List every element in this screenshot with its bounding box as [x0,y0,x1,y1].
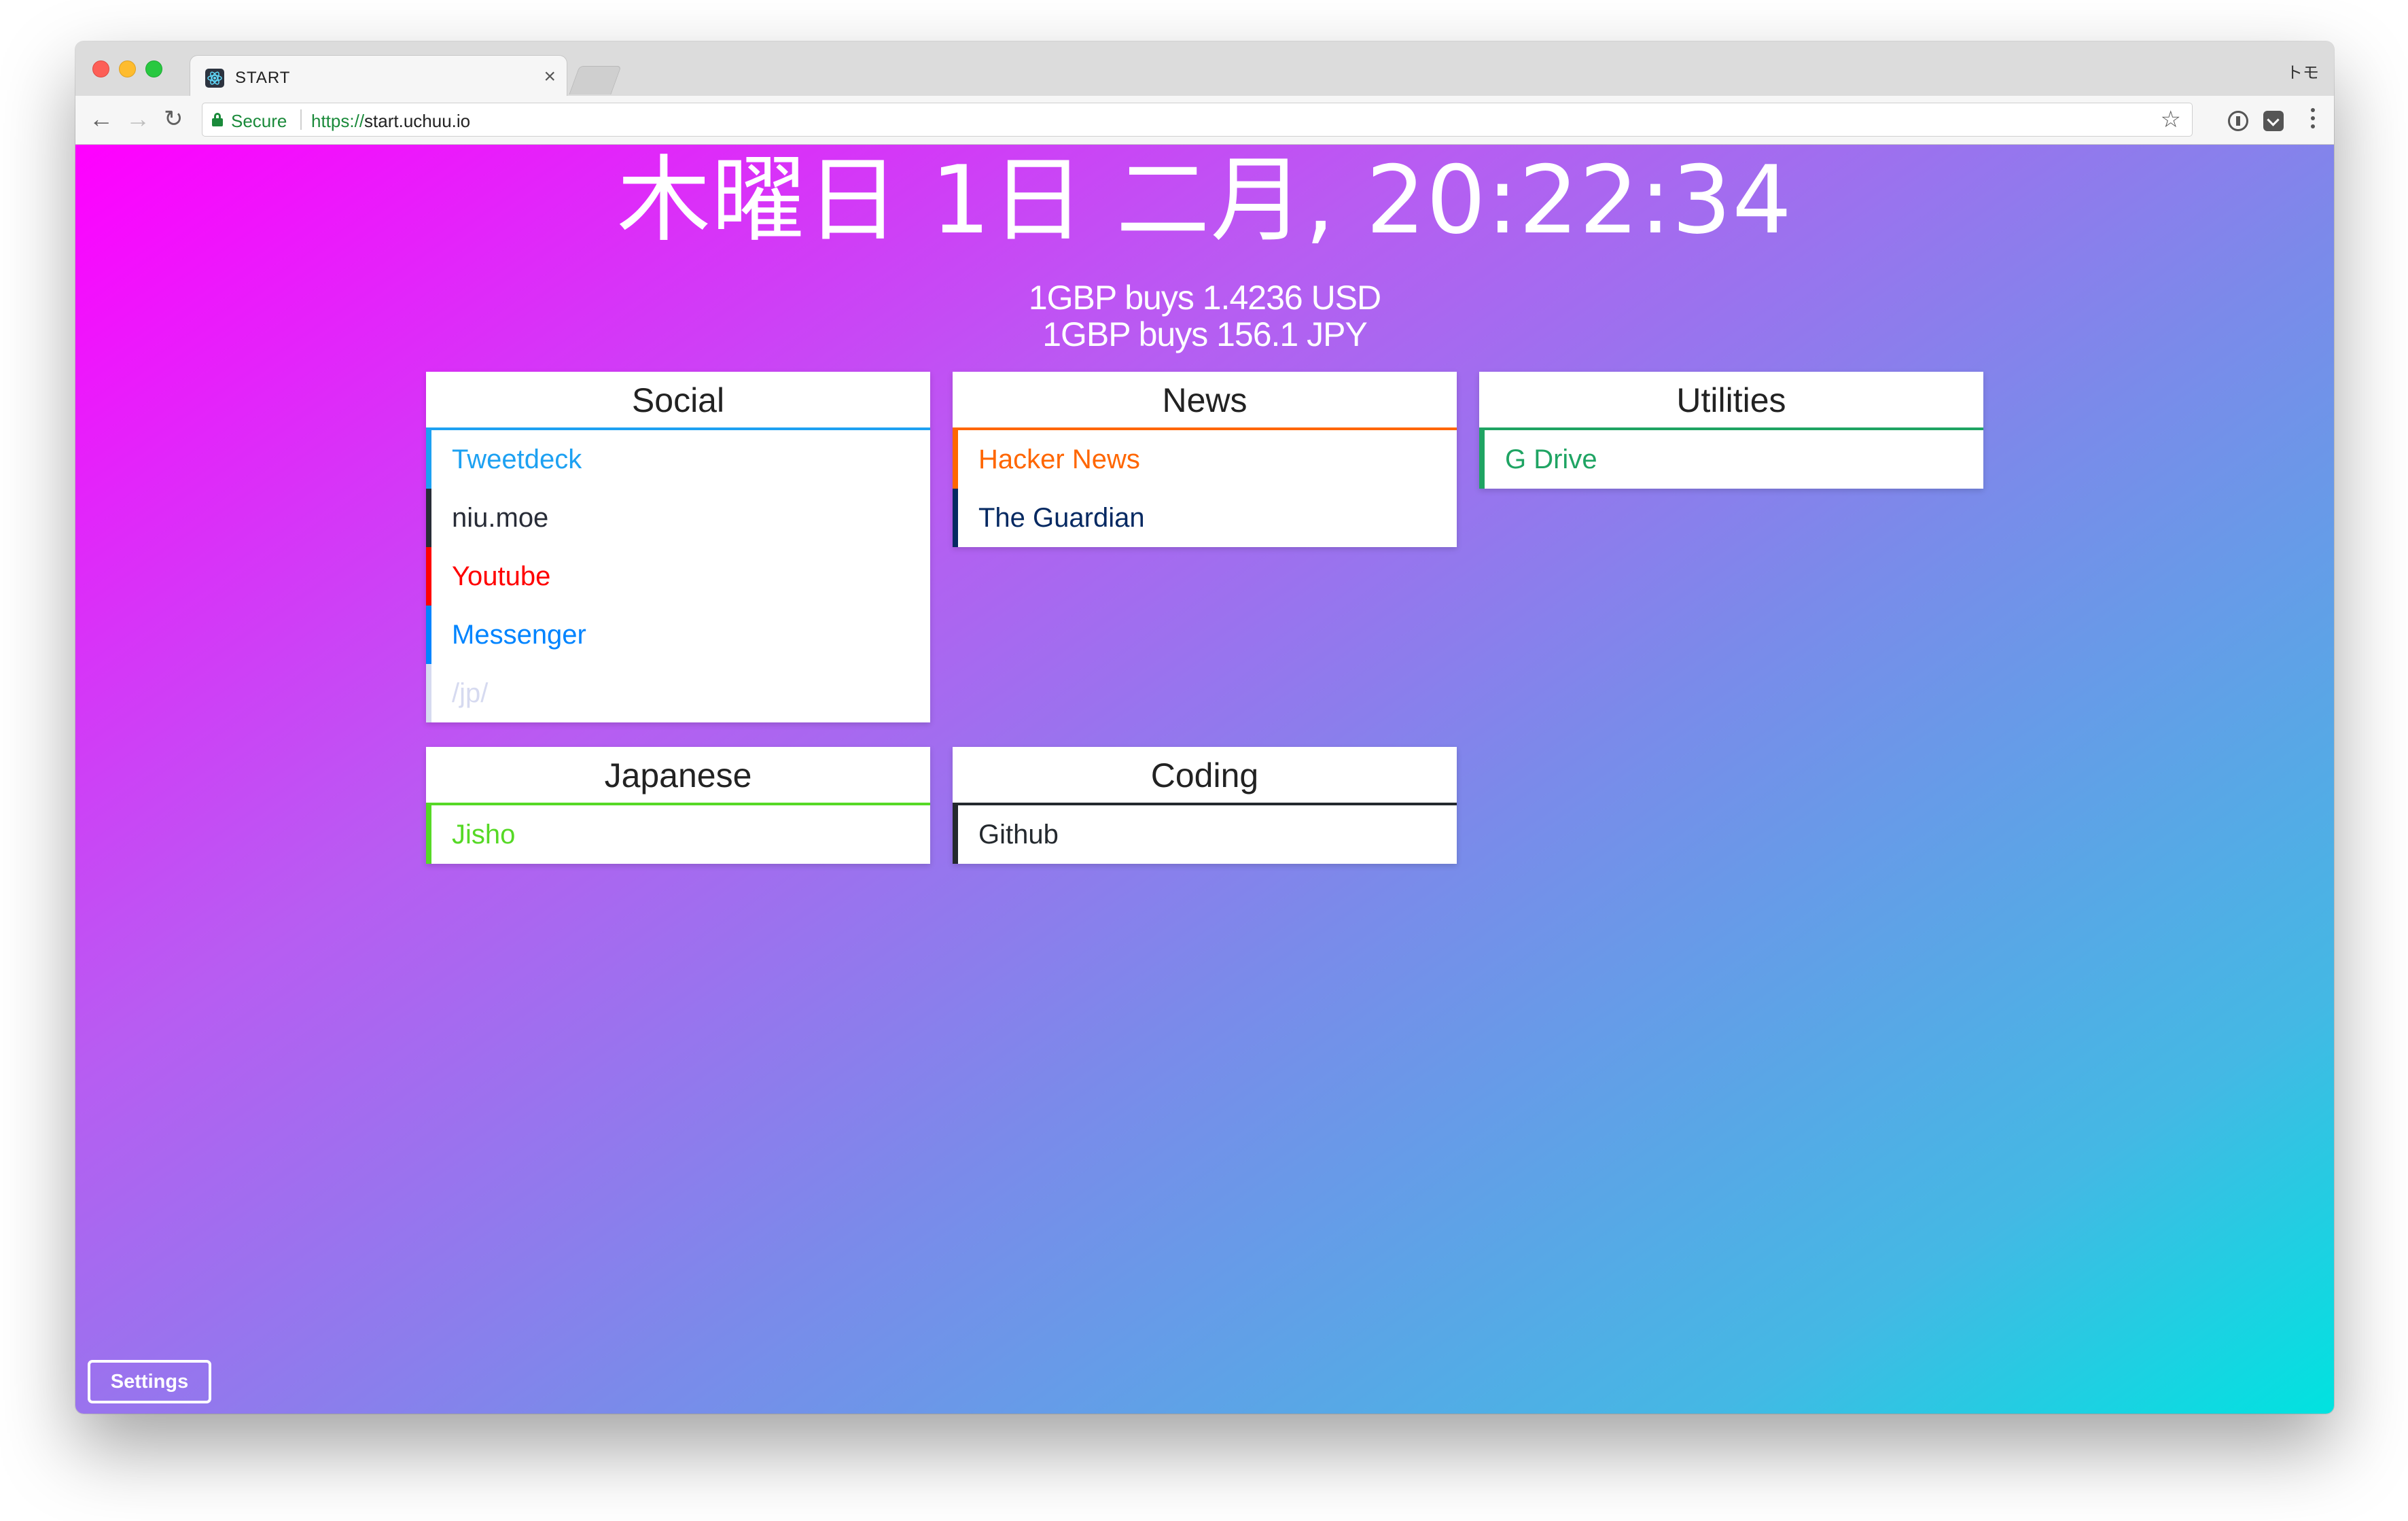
group-title: Social [426,372,930,430]
link-the-guardian[interactable]: The Guardian [953,489,1457,547]
link-jisho[interactable]: Jisho [426,805,930,864]
profile-button[interactable]: トモ [2286,59,2319,83]
reload-icon[interactable]: ↻ [164,105,183,133]
group-title: Utilities [1479,372,1983,430]
group-social: Social Tweetdeck niu.moe Youtube Messeng… [426,372,930,722]
exchange-rate-usd: 1GBP buys 1.4236 USD [1028,279,1381,317]
group-news: News Hacker News The Guardian [953,372,1457,547]
link-g-drive[interactable]: G Drive [1479,430,1983,489]
link-github[interactable]: Github [953,805,1457,864]
address-divider [300,109,302,130]
link-hacker-news[interactable]: Hacker News [953,430,1457,489]
group-japanese: Japanese Jisho [426,747,930,864]
link-jp[interactable]: /jp/ [426,664,930,722]
group-utilities: Utilities G Drive [1479,372,1983,489]
tab-title: START [235,69,291,87]
browser-tab[interactable]: START × [190,55,567,97]
group-title: Coding [953,747,1457,805]
group-title: Japanese [426,747,930,805]
browser-menu-icon[interactable] [2311,108,2316,133]
tab-close-icon[interactable]: × [544,65,556,88]
settings-button[interactable]: Settings [88,1360,211,1403]
link-niu-moe[interactable]: niu.moe [426,489,930,547]
tab-bar: START × トモ [75,41,2334,97]
pocket-extension-icon[interactable] [2263,111,2284,131]
link-messenger[interactable]: Messenger [426,606,930,664]
info-extension-icon[interactable] [2228,111,2248,131]
forward-arrow-icon[interactable]: → [126,105,150,133]
url-host: start.uchuu.io [364,111,471,131]
maximize-window-button[interactable] [145,60,162,77]
secure-label: Secure [231,111,287,131]
browser-toolbar: ← → ↻ Secure https://start.uchuu.io ☆ [75,96,2334,145]
link-youtube[interactable]: Youtube [426,547,930,606]
new-tab-button[interactable] [569,66,622,94]
minimize-window-button[interactable] [119,60,136,77]
start-page: 木曜日 1日 二月, 20:22:34 1GBP buys 1.4236 USD… [75,145,2334,1414]
close-window-button[interactable] [92,60,109,77]
url-scheme: https:// [311,111,365,131]
exchange-rate-jpy: 1GBP buys 156.1 JPY [1042,315,1368,353]
atom-favicon-icon [205,69,224,88]
address-bar[interactable]: Secure https://start.uchuu.io ☆ [202,103,2193,137]
date-time-clock: 木曜日 1日 二月, 20:22:34 [616,145,1793,255]
back-arrow-icon[interactable]: ← [89,105,113,133]
bookmark-star-icon[interactable]: ☆ [2161,106,2181,133]
link-tweetdeck[interactable]: Tweetdeck [426,430,930,489]
lock-icon [212,113,223,126]
url-text: https://start.uchuu.io [311,111,470,132]
group-title: News [953,372,1457,430]
browser-window: START × トモ ← → ↻ Secure https://start.uc… [75,41,2334,1414]
group-coding: Coding Github [953,747,1457,864]
